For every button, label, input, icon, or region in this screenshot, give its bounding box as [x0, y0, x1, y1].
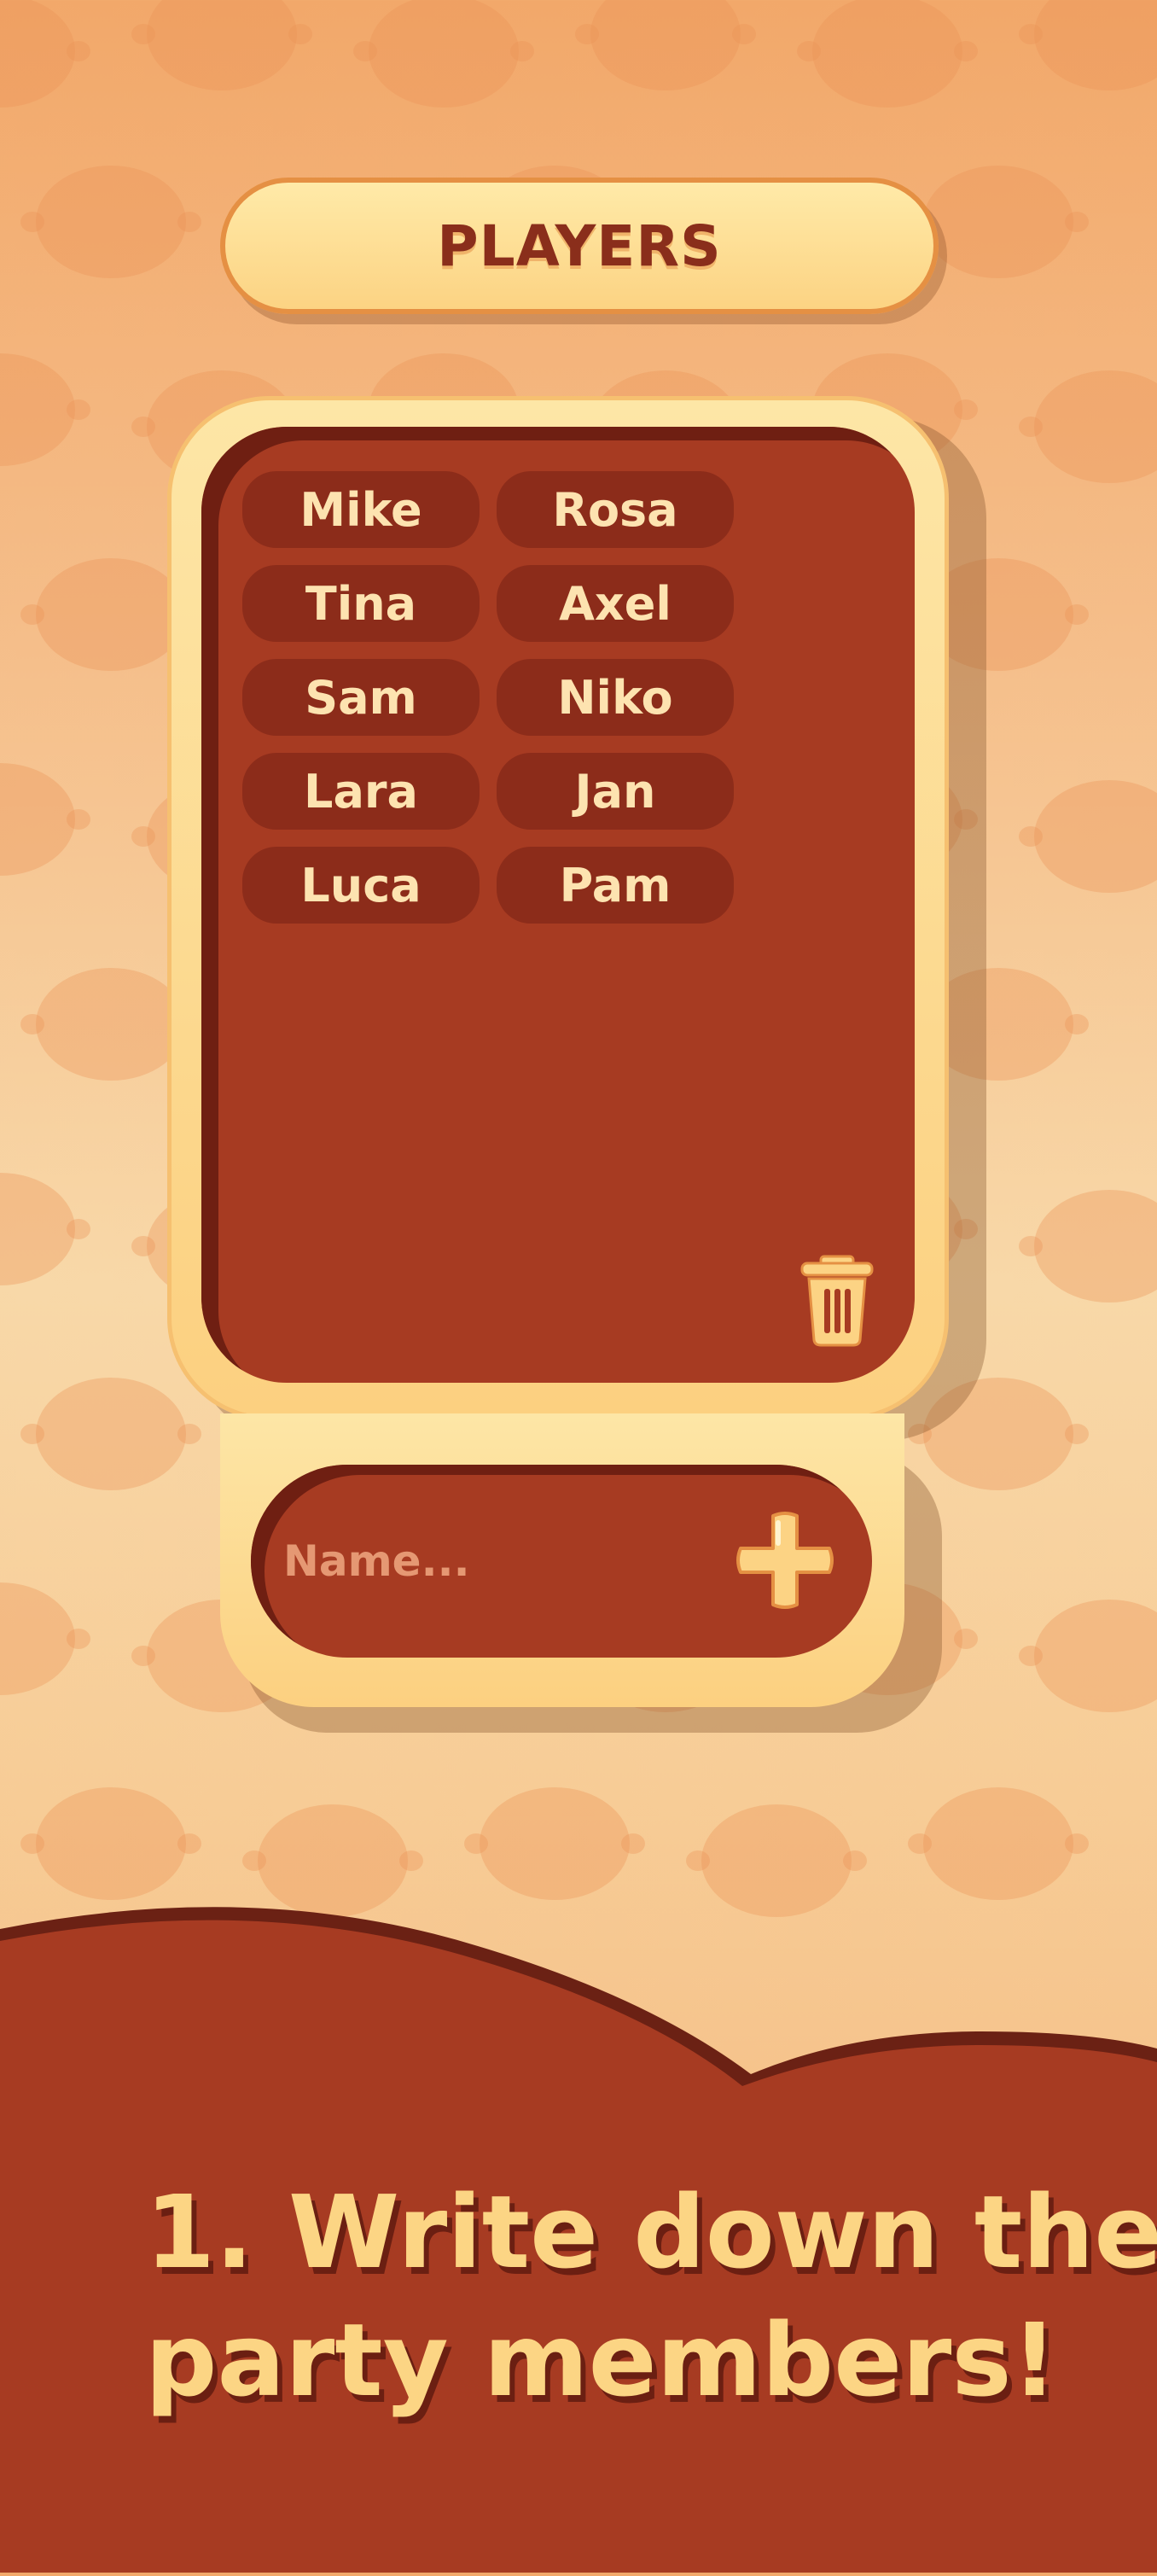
player-chip[interactable]: Pam: [497, 847, 734, 924]
player-chip[interactable]: Lara: [242, 753, 480, 830]
instruction-caption: 1. Write down the party members!: [145, 2168, 1157, 2424]
name-input[interactable]: [282, 1536, 695, 1587]
players-list-area: Mike Rosa Tina Axel Sam Niko Lara Jan Lu…: [201, 427, 915, 1383]
page-title: PLAYERS: [437, 213, 722, 279]
player-chip[interactable]: Sam: [242, 659, 480, 736]
player-chip[interactable]: Tina: [242, 565, 480, 642]
name-input-container: [251, 1465, 872, 1658]
caption-line-2: party members!: [145, 2301, 1058, 2419]
caption-line-1: 1. Write down the: [145, 2173, 1157, 2291]
add-player-button[interactable]: [734, 1509, 836, 1611]
players-grid: Mike Rosa Tina Axel Sam Niko Lara Jan Lu…: [242, 471, 734, 924]
player-chip[interactable]: Axel: [497, 565, 734, 642]
trash-icon[interactable]: [799, 1255, 875, 1349]
player-chip[interactable]: Rosa: [497, 471, 734, 548]
player-chip[interactable]: Luca: [242, 847, 480, 924]
player-chip[interactable]: Mike: [242, 471, 480, 548]
plus-icon: [736, 1512, 834, 1609]
players-title-banner: PLAYERS: [220, 178, 939, 314]
player-chip[interactable]: Jan: [497, 753, 734, 830]
player-chip[interactable]: Niko: [497, 659, 734, 736]
